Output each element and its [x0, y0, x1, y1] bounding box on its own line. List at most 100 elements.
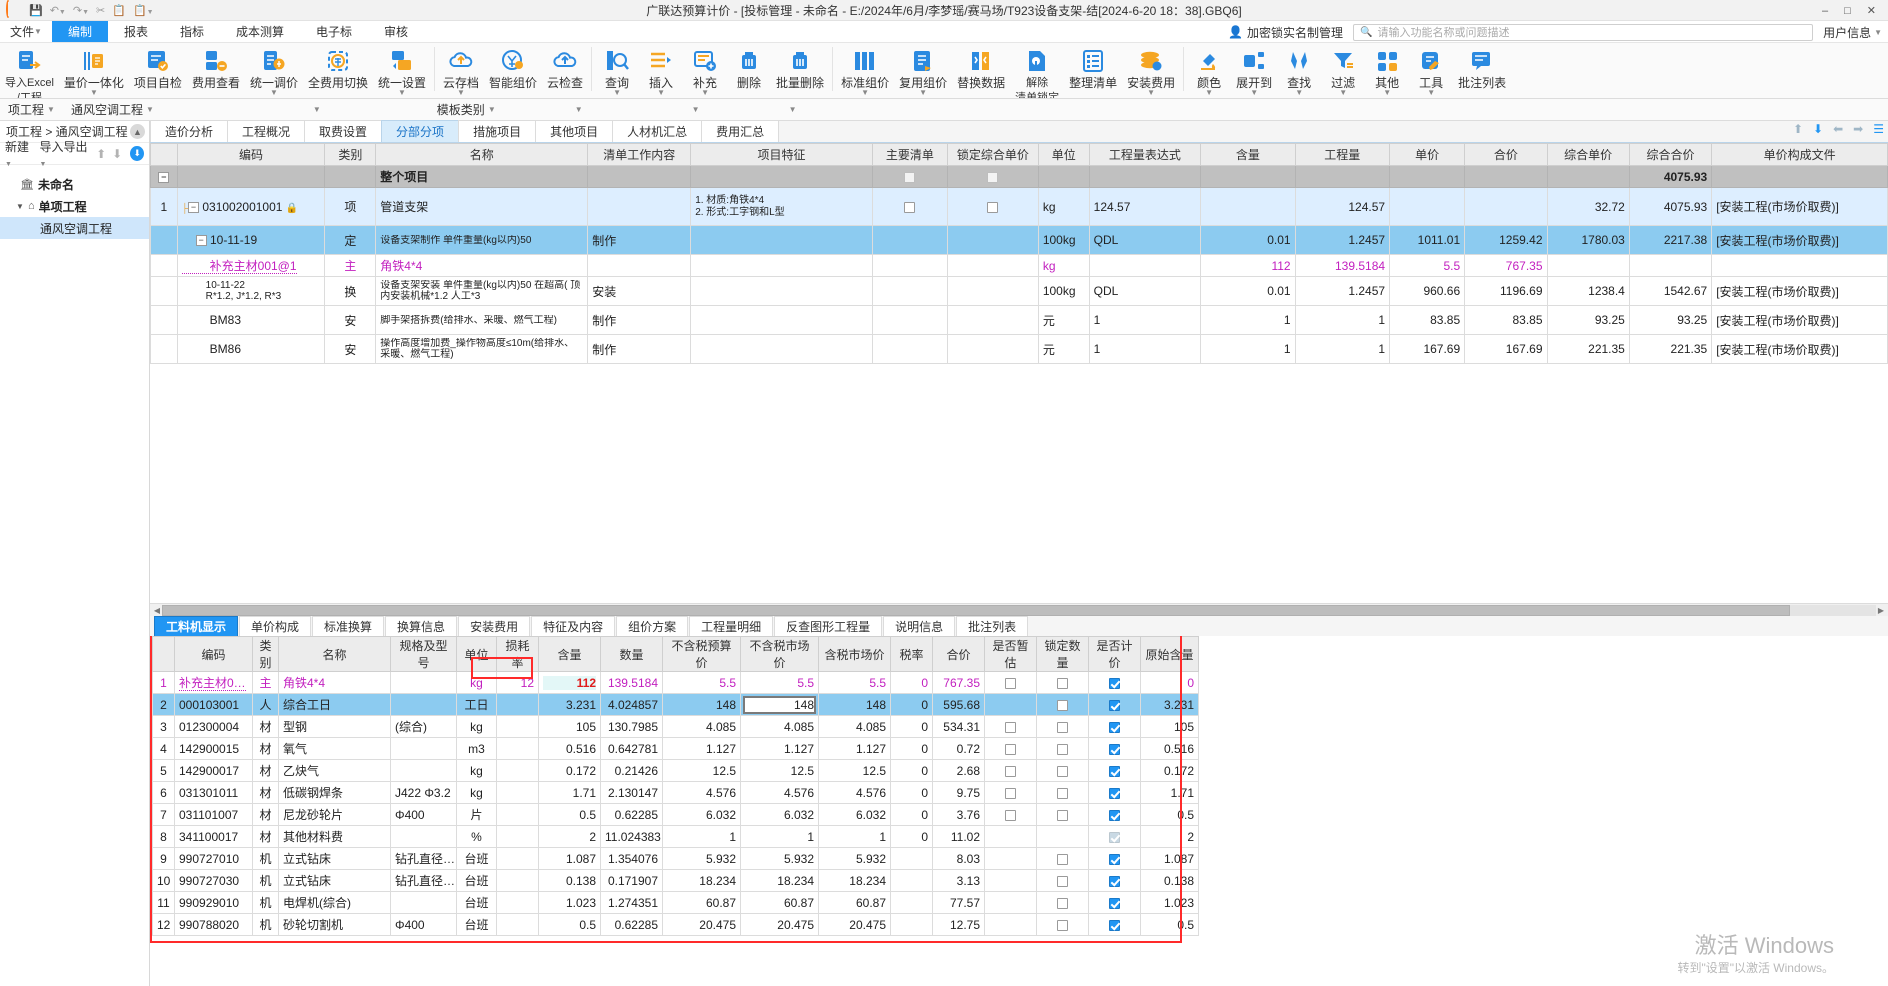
cell-market-price[interactable]: 18.234 — [740, 869, 819, 892]
chevron-down-icon[interactable]: ▼ — [488, 105, 496, 114]
chevron-down-icon[interactable]: ▼ — [313, 105, 321, 114]
cell-provisional[interactable] — [984, 715, 1037, 738]
table-row[interactable]: 2 000103001 人综合工日 工日 3.231 4.024857 148 148 148 0… — [152, 693, 1199, 716]
cell-code[interactable]: ├ − 031002001001 🔒 — [176, 187, 326, 226]
row-index[interactable]: 5 — [152, 759, 175, 782]
checkbox[interactable] — [1005, 787, 1016, 799]
detail-tab-特征及内容[interactable]: 特征及内容 — [531, 616, 616, 636]
table-row[interactable]: − 10-11-19 定设备支架制作 单件重量(kg以内)50 制作 100kg QDL… — [150, 225, 1888, 255]
checkbox[interactable] — [1005, 677, 1016, 689]
cell-lock-qty[interactable] — [1036, 869, 1089, 892]
cell-code[interactable]: − 10-11-19 — [176, 225, 326, 255]
table-row[interactable]: 5 142900017 材乙炔气 kg 0.172 0.21426 12.5 12.5 12.5… — [152, 759, 1199, 782]
cell-total[interactable]: 12.75 — [932, 913, 985, 936]
detail-column-header-含税市场价[interactable]: 含税市场价 — [818, 636, 891, 672]
chevron-down-icon[interactable]: ▼ — [90, 89, 98, 97]
cell-unit[interactable]: 元 — [1037, 334, 1090, 364]
column-header-单位[interactable]: 单位 — [1037, 143, 1090, 166]
cell-unit[interactable]: 100kg — [1037, 276, 1090, 306]
cell-market-price[interactable]: 4.085 — [740, 715, 819, 738]
detail-tab-单价构成[interactable]: 单价构成 — [239, 616, 312, 636]
ribbon-button-standard-pricing[interactable]: 标准组价 ▼ — [836, 45, 894, 97]
cell-lock-qty[interactable] — [1036, 693, 1089, 716]
cell-quantity[interactable]: 0.21426 — [600, 759, 663, 782]
cell-content[interactable] — [1200, 187, 1296, 226]
tree-collapse-toggle[interactable]: − — [158, 171, 170, 183]
cell-content[interactable]: 0.5 — [538, 803, 601, 826]
ribbon-button-replace-data[interactable]: 替换数据 — [952, 45, 1010, 90]
row-index[interactable] — [150, 334, 178, 364]
cell-lock-qty[interactable] — [1036, 737, 1089, 760]
chevron-down-icon[interactable]: ▼ — [1250, 89, 1258, 97]
tab-费用汇总[interactable]: 费用汇总 — [701, 120, 780, 142]
cell-budget-price[interactable]: 1 — [662, 825, 741, 848]
cell-market-price[interactable]: 20.475 — [740, 913, 819, 936]
cell-priced[interactable] — [1088, 891, 1141, 914]
cell-market-price[interactable]: 5.5 — [740, 671, 819, 694]
row-index[interactable]: 9 — [152, 847, 175, 870]
cell-name[interactable]: 电焊机(综合) — [278, 891, 391, 914]
cell-total[interactable]: 0.72 — [932, 737, 985, 760]
secondary-bar-cell-6[interactable]: ▼ — [778, 105, 805, 114]
cell-expression[interactable] — [1088, 254, 1202, 277]
right-arrow-icon[interactable]: ➡ — [1853, 122, 1863, 136]
cell-total[interactable]: 595.68 — [932, 693, 985, 716]
cell-total[interactable]: 1259.42 — [1464, 225, 1548, 255]
column-header-含量[interactable]: 含量 — [1200, 143, 1296, 166]
table-row[interactable]: 1 ├ − 031002001001 🔒 项管道支架 1. 材质:角铁4*4 2. 形式:… — [150, 187, 1888, 226]
cell-main-list[interactable] — [871, 254, 948, 277]
cell-unit[interactable]: kg — [456, 715, 497, 738]
row-index[interactable] — [150, 276, 178, 306]
cell-category[interactable]: 材 — [252, 759, 279, 782]
focused-cell[interactable]: 148 — [743, 695, 816, 714]
cell-quantity[interactable]: 1.2457 — [1294, 276, 1391, 306]
cell-unit[interactable]: 元 — [1037, 305, 1090, 335]
table-row[interactable]: 6 031301011 材低碳钢焊条 J422 Φ3.2 kg 1.71 2.130147 4… — [152, 781, 1199, 804]
column-header-类别[interactable]: 类别 — [324, 143, 377, 166]
cell-content[interactable]: 0.138 — [538, 869, 601, 892]
cell-code[interactable]: BM86 — [176, 334, 326, 364]
cut-icon[interactable]: ✂ — [96, 4, 105, 17]
cell-loss-rate[interactable] — [496, 847, 539, 870]
cell-code[interactable]: 990929010 — [174, 891, 253, 914]
cell-total[interactable]: 8.03 — [932, 847, 985, 870]
cell-tax-rate[interactable]: 0 — [890, 825, 933, 848]
detail-column-header-是否计价[interactable]: 是否计价 — [1088, 636, 1141, 672]
cell-priced[interactable] — [1088, 759, 1141, 782]
ribbon-button-unified-price[interactable]: 统一调价 ▼ — [245, 45, 303, 97]
checkbox-checked[interactable] — [1109, 699, 1120, 711]
cell-loss-rate[interactable] — [496, 759, 539, 782]
detail-column-header-锁定数量[interactable]: 锁定数量 — [1036, 636, 1089, 672]
cell-name[interactable]: 设备支架制作 单件重量(kg以内)50 — [375, 225, 589, 255]
secondary-bar-cell-2[interactable]: ▼ — [302, 105, 329, 114]
ribbon-button-project-check[interactable]: 项目自检 — [129, 45, 187, 90]
detail-column-header-数量[interactable]: 数量 — [600, 636, 663, 672]
cell-tax-rate[interactable] — [890, 847, 933, 870]
checkbox[interactable] — [904, 171, 916, 183]
checkbox-checked[interactable] — [1109, 743, 1120, 755]
cell-loss-rate[interactable] — [496, 781, 539, 804]
cell-tax-rate[interactable]: 0 — [890, 671, 933, 694]
cell-quantity[interactable]: 1.2457 — [1294, 225, 1391, 255]
cell-quantity[interactable]: 11.024383 — [600, 825, 663, 848]
cell-code[interactable]: 补充主材0… — [174, 671, 253, 694]
chevron-down-icon[interactable]: ▼ — [1427, 89, 1435, 97]
cell-provisional[interactable] — [984, 759, 1037, 782]
cell-unit[interactable]: m3 — [456, 737, 497, 760]
cell-loss-rate[interactable] — [496, 737, 539, 760]
cell-lock-qty[interactable] — [1036, 759, 1089, 782]
cell-category[interactable]: 材 — [252, 825, 279, 848]
up-arrow-icon[interactable]: ⬆ — [96, 147, 106, 161]
cell-quantity[interactable]: 0.62285 — [600, 803, 663, 826]
row-index[interactable]: 7 — [152, 803, 175, 826]
cell-category[interactable]: 换 — [324, 276, 377, 306]
cell-price-file[interactable]: [安装工程(市场价取费)] — [1711, 334, 1888, 364]
checkbox-checked[interactable] — [1109, 721, 1120, 733]
cell-total[interactable]: 534.31 — [932, 715, 985, 738]
cell-price[interactable]: 83.85 — [1389, 305, 1466, 335]
menu-item-shenhe[interactable]: 审核 — [368, 21, 424, 42]
detail-column-header-row-index[interactable] — [152, 636, 175, 672]
cell-price-file[interactable] — [1711, 254, 1888, 277]
cell-content[interactable]: 1.71 — [538, 781, 601, 804]
column-header-工程量表达式[interactable]: 工程量表达式 — [1088, 143, 1202, 166]
